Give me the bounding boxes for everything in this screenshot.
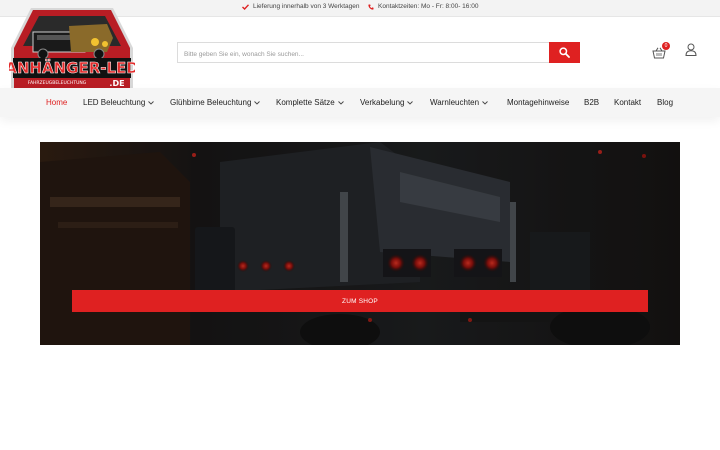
checkmark-icon [242, 3, 249, 10]
search-icon [559, 47, 570, 58]
contact-info: Kontaktzeiten: Mo - Fr: 8:00- 16:00 [368, 3, 478, 10]
nav-item-warnleuchten[interactable]: Warnleuchten [430, 98, 488, 107]
nav-item-komplette-saetze[interactable]: Komplette Sätze [276, 98, 344, 107]
cart-button[interactable]: 0 [652, 42, 672, 60]
chevron-down-icon [407, 100, 414, 105]
hero-background-image [40, 142, 680, 345]
search-button[interactable] [549, 42, 580, 63]
user-icon [685, 43, 697, 56]
nav-item-label: Blog [657, 98, 674, 107]
chevron-down-icon [254, 100, 261, 105]
site-logo[interactable]: ANHÄNGER-LED FAHRZEUGBELEUCHTUNG .DE [5, 6, 139, 94]
search-input[interactable] [178, 45, 549, 64]
delivery-text: Lieferung innerhalb von 3 Werktagen [253, 3, 360, 10]
nav-item-label: Komplette Sätze [276, 98, 335, 107]
nav-item-label: Home [46, 98, 68, 107]
search-box [177, 42, 550, 64]
nav-item-kontakt[interactable]: Kontakt [614, 98, 641, 107]
hero-banner [40, 142, 680, 345]
phone-icon [368, 4, 374, 10]
delivery-info: Lieferung innerhalb von 3 Werktagen [242, 3, 359, 10]
nav-item-label: B2B [584, 98, 600, 107]
nav-item-led-beleuchtung[interactable]: LED Beleuchtung [83, 98, 155, 107]
account-button[interactable] [685, 43, 699, 58]
nav-item-label: Glühbirne Beleuchtung [170, 98, 252, 107]
nav-item-label: LED Beleuchtung [83, 98, 146, 107]
nav-item-home[interactable]: Home [46, 98, 67, 107]
nav-item-label: Verkabelung [360, 98, 405, 107]
logo-brand-text: ANHÄNGER-LED [9, 58, 135, 77]
nav-item-verkabelung[interactable]: Verkabelung [360, 98, 414, 107]
nav-item-montagehinweise[interactable]: Montagehinweise [507, 98, 569, 107]
nav-item-b2b[interactable]: B2B [584, 98, 599, 107]
nav-item-gluehbirne-beleuchtung[interactable]: Glühbirne Beleuchtung [170, 98, 261, 107]
cart-count-badge: 0 [662, 42, 670, 50]
logo-sub-text: FAHRZEUGBELEUCHTUNG [28, 80, 87, 86]
nav-item-label: Warnleuchten [430, 98, 480, 107]
shop-button[interactable]: ZUM SHOP [72, 290, 648, 312]
logo-domain-text: .DE [109, 79, 124, 88]
nav-item-blog[interactable]: Blog [657, 98, 673, 107]
nav-item-label: Kontakt [614, 98, 642, 107]
nav-item-label: Montagehinweise [507, 98, 570, 107]
chevron-down-icon [482, 100, 488, 105]
chevron-down-icon [337, 100, 344, 105]
chevron-down-icon [148, 100, 155, 105]
logo-graphic: ANHÄNGER-LED FAHRZEUGBELEUCHTUNG .DE [5, 8, 139, 92]
contact-text: Kontaktzeiten: Mo - Fr: 8:00- 16:00 [378, 3, 479, 10]
